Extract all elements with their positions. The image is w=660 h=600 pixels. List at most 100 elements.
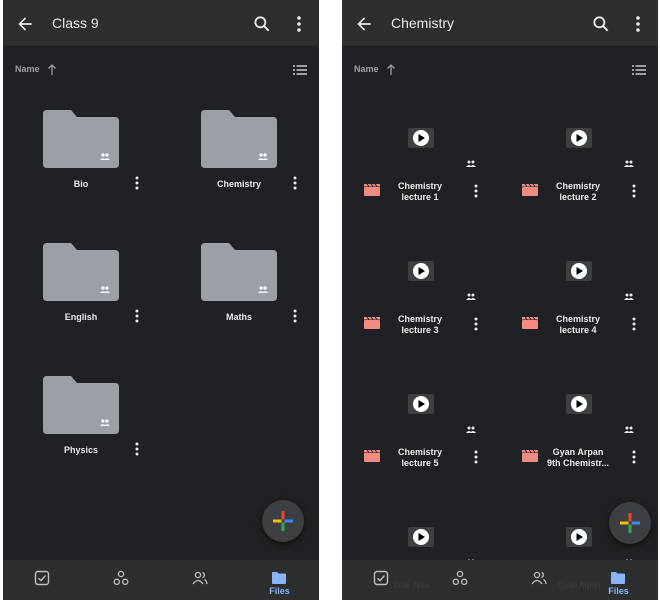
video-clapper-icon <box>522 450 538 462</box>
sort-by-name-button[interactable]: Name <box>354 64 379 74</box>
priority-icon <box>34 570 50 586</box>
search-icon[interactable] <box>591 14 611 34</box>
more-vert-icon[interactable] <box>472 449 480 465</box>
list-view-icon[interactable] <box>293 64 307 76</box>
search-icon[interactable] <box>252 14 272 34</box>
workspaces-icon <box>452 570 468 586</box>
list-view-icon[interactable] <box>632 64 646 76</box>
video-name: Chemistry lecture 2 <box>546 181 610 203</box>
video-name-line2: lecture 1 <box>401 192 439 202</box>
priority-icon <box>373 570 389 586</box>
nav-shared[interactable] <box>161 560 240 600</box>
folder-name: Physics <box>63 445 99 455</box>
shared-icon <box>466 426 476 433</box>
nav-files[interactable]: Files <box>579 560 658 600</box>
video-name-line2: lecture 4 <box>559 325 597 335</box>
video-clapper-icon <box>364 184 380 196</box>
nav-priority[interactable] <box>342 560 421 600</box>
video-thumbnail <box>362 128 480 174</box>
video-name: Chemistry lecture 4 <box>546 314 610 336</box>
video-clapper-icon <box>364 450 380 462</box>
video-name: Chemistry lecture 1 <box>388 181 452 203</box>
sort-bar: Name <box>15 64 307 78</box>
video-thumbnail <box>520 394 638 440</box>
more-vert-icon[interactable] <box>472 183 480 199</box>
play-icon <box>408 128 434 148</box>
folder-name: Chemistry <box>216 179 261 189</box>
play-icon <box>566 394 592 414</box>
play-icon <box>408 261 434 281</box>
google-plus-icon <box>273 511 293 531</box>
video-name-line2: lecture 2 <box>559 192 597 202</box>
video-name-line1: Gyan Arpan <box>552 447 604 457</box>
arrow-up-icon[interactable] <box>386 64 396 76</box>
play-icon <box>566 261 592 281</box>
video-clapper-icon <box>364 317 380 329</box>
new-button[interactable] <box>262 500 304 542</box>
class9-screen: Class 9 Name Bio Chemistry English Maths… <box>3 0 319 600</box>
shared-icon <box>192 571 208 585</box>
nav-workspaces[interactable] <box>421 560 500 600</box>
more-vert-icon[interactable] <box>630 316 638 332</box>
more-vert-icon[interactable] <box>630 14 646 34</box>
page-title: Chemistry <box>391 15 455 31</box>
video-name: Gyan Arpan 9th Chemistr... <box>546 447 610 469</box>
video-name-line2: lecture 5 <box>401 458 439 468</box>
google-plus-icon <box>620 513 640 533</box>
shared-icon <box>624 160 634 167</box>
video-clapper-icon <box>522 317 538 329</box>
files-icon <box>272 572 286 584</box>
video-name-line1: Chemistry <box>397 314 442 324</box>
video-thumbnail <box>520 128 638 174</box>
video-clapper-icon <box>522 184 538 196</box>
more-vert-icon[interactable] <box>630 449 638 465</box>
app-bar: Class 9 <box>3 0 319 46</box>
folder-name: Maths <box>225 312 252 322</box>
more-vert-icon[interactable] <box>291 14 307 34</box>
video-thumbnail <box>520 261 638 307</box>
video-name-line2: 9th Chemistr... <box>546 458 609 468</box>
nav-files-label: Files <box>269 586 290 596</box>
files-icon <box>611 572 625 584</box>
video-name-line2: lecture 3 <box>401 325 439 335</box>
workspaces-icon <box>113 570 129 586</box>
video-name-line1: Chemistry <box>555 181 600 191</box>
shared-folder-icon <box>201 243 277 301</box>
video-thumbnail <box>362 261 480 307</box>
arrow-back-icon[interactable] <box>15 14 35 34</box>
nav-priority[interactable] <box>3 560 82 600</box>
video-name: Chemistry lecture 5 <box>388 447 452 469</box>
sort-by-name-button[interactable]: Name <box>15 64 40 74</box>
shared-folder-icon <box>43 376 119 434</box>
more-vert-icon[interactable] <box>133 175 141 191</box>
more-vert-icon[interactable] <box>291 175 299 191</box>
shared-folder-icon <box>43 110 119 168</box>
play-icon <box>408 527 434 547</box>
nav-shared[interactable] <box>500 560 579 600</box>
shared-icon <box>624 426 634 433</box>
play-icon <box>408 394 434 414</box>
bottom-navigation: Files <box>3 560 319 600</box>
video-thumbnail <box>362 394 480 440</box>
play-icon <box>566 128 592 148</box>
arrow-up-icon[interactable] <box>47 64 57 76</box>
more-vert-icon[interactable] <box>472 316 480 332</box>
video-name-line1: Chemistry <box>397 447 442 457</box>
play-icon <box>566 527 592 547</box>
more-vert-icon[interactable] <box>630 183 638 199</box>
nav-files[interactable]: Files <box>240 560 319 600</box>
video-name-line1: Chemistry <box>555 314 600 324</box>
more-vert-icon[interactable] <box>133 308 141 324</box>
folder-name: Bio <box>73 179 89 189</box>
nav-workspaces[interactable] <box>82 560 161 600</box>
more-vert-icon[interactable] <box>133 441 141 457</box>
shared-icon <box>531 571 547 585</box>
new-button[interactable] <box>609 502 651 544</box>
sort-bar: Name <box>354 64 646 78</box>
arrow-back-icon[interactable] <box>354 14 374 34</box>
page-title: Class 9 <box>52 15 99 31</box>
bottom-navigation: Free Apps Gyan Arpan Files <box>342 560 658 600</box>
video-name: Chemistry lecture 3 <box>388 314 452 336</box>
folder-name: English <box>64 312 98 322</box>
more-vert-icon[interactable] <box>291 308 299 324</box>
